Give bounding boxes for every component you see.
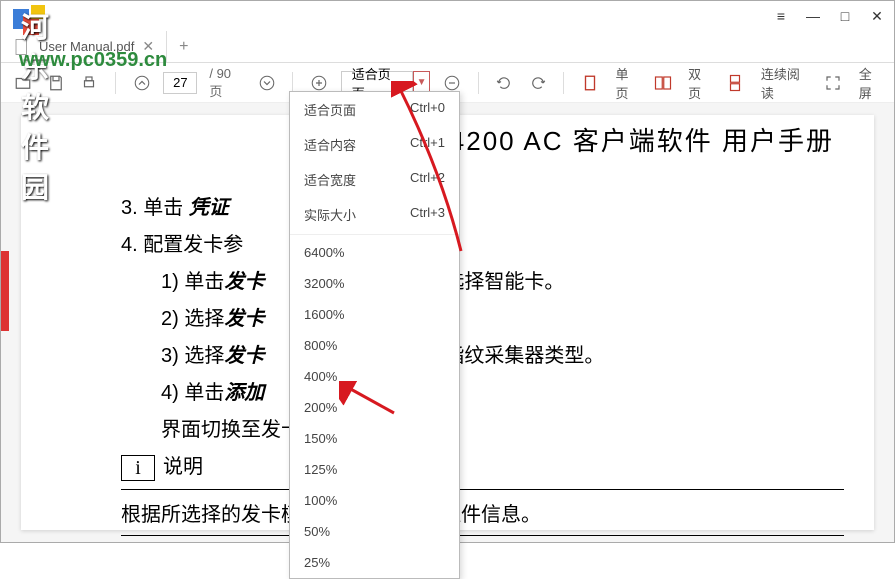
info-icon: i [121, 455, 155, 481]
note-header: i说明 [121, 450, 844, 481]
divider [563, 72, 564, 94]
divider [121, 535, 844, 536]
dropdown-item-zoom[interactable]: 125% [290, 454, 459, 485]
text-line: 3) 选择发卡 器类型或指纹采集器类型。 [121, 339, 844, 368]
side-marker [1, 251, 9, 331]
single-page-icon[interactable] [578, 71, 601, 95]
minimize-button[interactable]: — [804, 7, 822, 25]
text-line: 界面切换至发卡智能卡界面。 [121, 413, 844, 442]
dropdown-item-zoom[interactable]: 800% [290, 330, 459, 361]
maximize-button[interactable]: □ [836, 7, 854, 25]
dropdown-item-zoom[interactable]: 6400% [290, 237, 459, 268]
watermark-text-1: 河东软件园 [21, 6, 49, 206]
text-line: 4. 配置发卡参 [121, 228, 844, 257]
double-page-label[interactable]: 双页 [688, 64, 713, 102]
divider [478, 72, 479, 94]
dropdown-item-fit-page[interactable]: 适合页面Ctrl+0 [290, 92, 459, 127]
divider [115, 72, 116, 94]
note-text: 根据所选择的发卡模式，获取指纹或证件信息。 [121, 498, 844, 527]
zoom-dropdown: 适合页面Ctrl+0 适合内容Ctrl+1 适合宽度Ctrl+2 实际大小Ctr… [289, 91, 460, 579]
double-page-icon[interactable] [651, 71, 674, 95]
dropdown-item-zoom[interactable]: 50% [290, 516, 459, 547]
dropdown-item-actual-size[interactable]: 实际大小Ctrl+3 [290, 197, 459, 232]
menu-icon[interactable]: ≡ [772, 7, 790, 25]
fullscreen-label[interactable]: 全屏 [859, 64, 884, 102]
continuous-icon[interactable] [723, 71, 746, 95]
dropdown-item-zoom[interactable]: 200% [290, 392, 459, 423]
rotate-right-icon[interactable] [526, 71, 549, 95]
text-line: 1) 单击发卡 发卡类型选择智能卡。 [121, 265, 844, 294]
page-up-icon[interactable] [130, 71, 153, 95]
rotate-left-icon[interactable] [493, 71, 516, 95]
divider [290, 234, 459, 235]
page-total: / 90页 [209, 66, 243, 100]
dropdown-item-zoom[interactable]: 400% [290, 361, 459, 392]
dropdown-item-zoom[interactable]: 100% [290, 485, 459, 516]
dropdown-item-zoom[interactable]: 150% [290, 423, 459, 454]
continuous-label[interactable]: 连续阅读 [761, 64, 812, 102]
text-line: 4) 单击添加 [121, 376, 844, 405]
print-icon[interactable] [78, 71, 101, 95]
dropdown-item-fit-content[interactable]: 适合内容Ctrl+1 [290, 127, 459, 162]
text-line: 3. 单击 凭证 [121, 191, 844, 220]
divider [121, 489, 844, 490]
dropdown-item-zoom[interactable]: 25% [290, 547, 459, 578]
text-line: 2) 选择发卡 [121, 302, 844, 331]
document-title: S-4200 AC 客户端软件 用户手册 [420, 121, 834, 158]
page-input[interactable] [163, 72, 197, 94]
dropdown-item-zoom[interactable]: 1600% [290, 299, 459, 330]
dropdown-item-fit-width[interactable]: 适合宽度Ctrl+2 [290, 162, 459, 197]
close-button[interactable]: ✕ [868, 7, 886, 25]
fullscreen-icon[interactable] [821, 71, 844, 95]
watermark-text-2: www.pc0359.cn [19, 49, 167, 72]
single-page-label[interactable]: 单页 [616, 64, 641, 102]
titlebar: ≡ — □ ✕ [1, 1, 894, 31]
tab-add-button[interactable]: + [167, 31, 200, 62]
dropdown-item-zoom[interactable]: 3200% [290, 268, 459, 299]
page-down-icon[interactable] [255, 71, 278, 95]
